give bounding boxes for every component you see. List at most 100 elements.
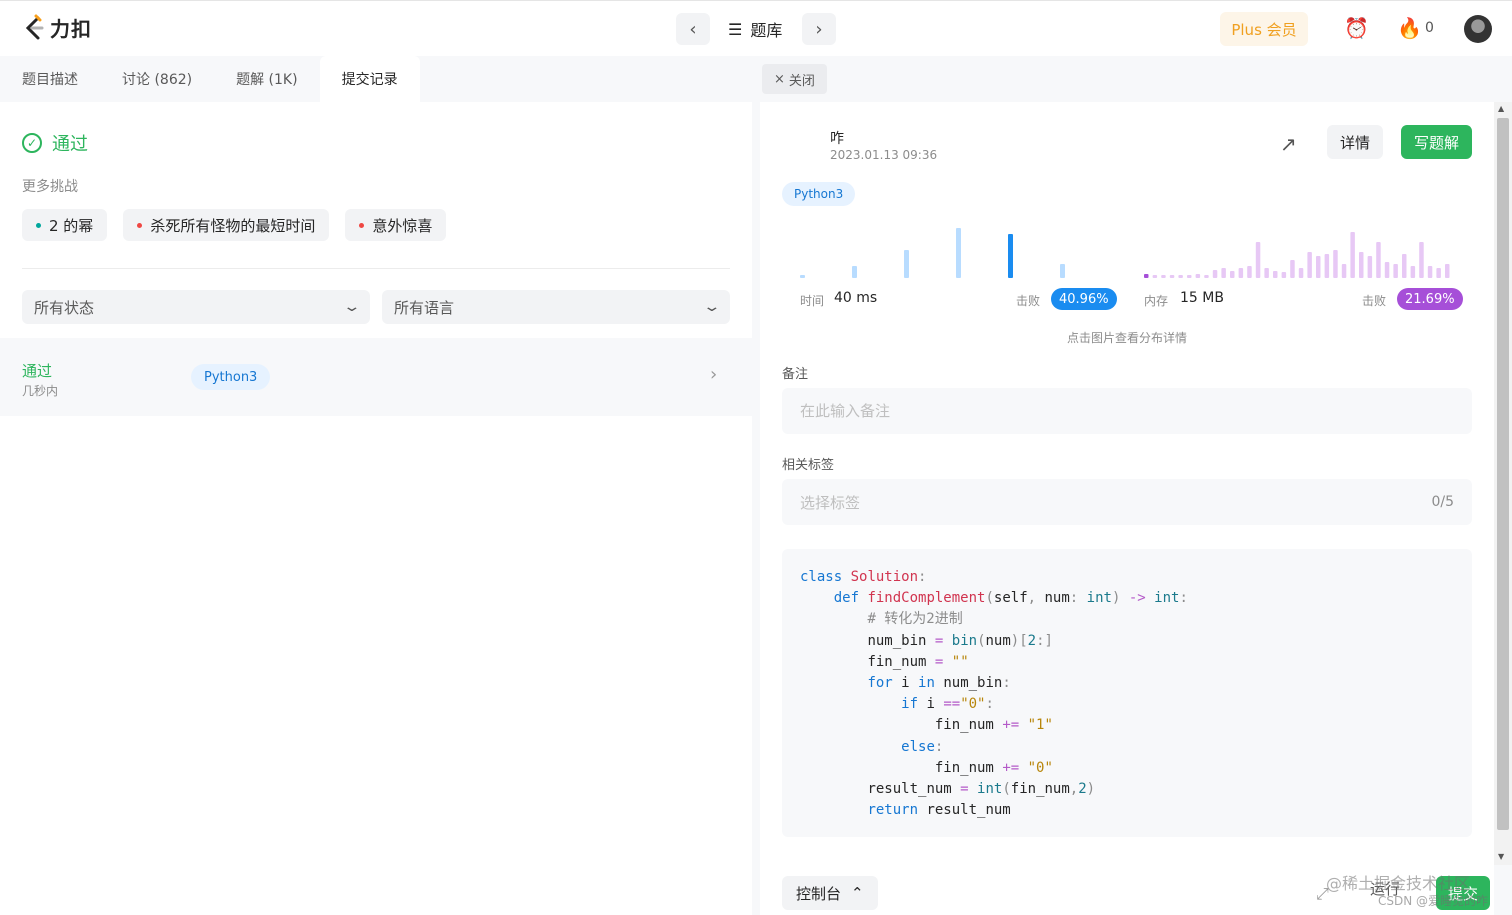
chart-bar (956, 228, 961, 278)
runtime-distribution-chart[interactable] (800, 224, 1100, 280)
accepted-status: ✓ 通过 (22, 130, 88, 156)
code-line: fin_num += "1" (934, 717, 1053, 734)
chart-bar (1008, 234, 1013, 278)
language-filter-value: 所有语言 (394, 298, 455, 317)
chart-bar (1341, 264, 1347, 278)
chart-bar (1298, 268, 1304, 278)
chart-bar (1178, 275, 1183, 278)
challenge-label: 2 的幂 (49, 216, 94, 235)
status-filter-select[interactable]: 所有状态 ⌄ (22, 290, 370, 324)
chart-bar (1333, 250, 1338, 278)
console-button[interactable]: 控制台 ⌃ (782, 876, 878, 910)
streak-count: 0 (1425, 20, 1434, 36)
notes-field[interactable] (782, 388, 1472, 434)
chart-bar (1436, 268, 1441, 278)
challenge-chip[interactable]: 2 的幂 (22, 209, 108, 241)
close-tab-button[interactable]: × 关闭 (762, 64, 827, 94)
challenge-chip[interactable]: 意外惊喜 (345, 209, 447, 241)
chart-bar (1367, 256, 1373, 278)
chart-bar (1152, 275, 1158, 278)
difficulty-dot (359, 222, 365, 228)
chart-bar (852, 266, 857, 278)
scrollbar[interactable]: ▲ ▼ (1494, 102, 1512, 865)
memory-distribution-chart[interactable] (1144, 224, 1456, 280)
chevron-down-icon: ⌄ (342, 299, 362, 315)
avatar[interactable] (1464, 15, 1492, 43)
runtime-beat-badge: 40.96% (1051, 288, 1117, 310)
code-line: # 转化为2进制 (867, 611, 963, 628)
challenge-chip[interactable]: 杀死所有怪物的最短时间 (123, 209, 330, 241)
difficulty-dot (36, 222, 41, 228)
tab-solutions[interactable]: 题解 (1K) (214, 56, 319, 102)
detail-button[interactable]: 详情 (1327, 125, 1383, 159)
logo[interactable]: 力扣 (22, 13, 92, 42)
chart-bar (1144, 274, 1149, 278)
watermark-csdn: CSDN @爱睡觉的咋 (1378, 894, 1489, 908)
chart-bar (1324, 254, 1330, 278)
code-block[interactable]: class Solution: def findComplement(self,… (782, 549, 1472, 837)
close-icon: × (774, 71, 785, 87)
share-icon[interactable]: ↗ (1280, 132, 1297, 156)
leetcode-logo-icon (25, 14, 44, 39)
tags-select[interactable]: 选择标签 0/5 (782, 479, 1472, 525)
tab-description[interactable]: 题目描述 (0, 56, 100, 102)
difficulty-dot (137, 222, 143, 228)
next-problem-button[interactable]: › (802, 13, 836, 45)
status-text: 通过 (52, 134, 88, 155)
notes-label: 备注 (782, 367, 809, 382)
status-filter-value: 所有状态 (34, 298, 95, 317)
chart-bar (1221, 268, 1226, 278)
tags-label: 相关标签 (782, 458, 835, 473)
chevron-right-icon: › (815, 18, 823, 40)
code-line: return result_num (867, 802, 1011, 819)
scroll-down-icon[interactable]: ▼ (1498, 852, 1504, 861)
runtime-beat-label: 击败 (1016, 294, 1041, 308)
notes-input[interactable] (800, 402, 1454, 420)
chart-bar (904, 250, 909, 278)
code-line: fin_num = "" (867, 653, 969, 670)
right-tab-bar: × 关闭 (760, 56, 1512, 102)
chart-bar (1427, 266, 1433, 278)
chart-bar (1161, 275, 1166, 278)
scroll-thumb[interactable] (1497, 118, 1509, 830)
submission-status: 通过 (22, 362, 53, 380)
fire-icon[interactable]: 🔥 (1397, 16, 1422, 40)
tab-submissions[interactable]: 提交记录 (319, 56, 420, 102)
code-line: num_bin = bin(num)[2:] (867, 632, 1053, 649)
chart-bar (1238, 268, 1244, 278)
chart-bar (800, 275, 805, 278)
chart-bar (1187, 275, 1192, 278)
alarm-clock-icon[interactable]: ⏰ (1344, 16, 1369, 40)
code-line: result_num = int(fin_num,2) (867, 781, 1096, 798)
tags-count: 0/5 (1431, 494, 1454, 510)
chart-bar (1212, 270, 1218, 278)
submission-row[interactable]: 通过 几秒内 Python3 › (0, 338, 752, 416)
chart-hint: 点击图片查看分布详情 (1066, 331, 1187, 345)
write-solution-button[interactable]: 写题解 (1401, 125, 1472, 159)
chart-bar (1307, 252, 1312, 278)
prev-problem-button[interactable]: ‹ (676, 13, 710, 45)
language-filter-select[interactable]: 所有语言 ⌄ (382, 290, 730, 324)
code-line: else: (901, 738, 944, 755)
code-line: class Solution: (800, 569, 927, 585)
scroll-up-icon[interactable]: ▲ (1498, 104, 1504, 113)
chart-bar (1445, 264, 1450, 278)
tab-discussion[interactable]: 讨论 (862) (100, 56, 214, 102)
chart-bar (1255, 242, 1261, 278)
more-challenges-label: 更多挑战 (22, 179, 78, 195)
memory-beat-badge: 21.69% (1397, 288, 1463, 310)
chart-bar (1281, 272, 1287, 278)
chart-bar (1359, 252, 1364, 278)
chevron-right-icon: › (710, 364, 718, 385)
submit-time: 2023.01.13 09:36 (830, 148, 938, 162)
code-line: fin_num += "0" (934, 759, 1053, 776)
problemset-button[interactable]: ☰ 题库 (728, 17, 782, 41)
chart-bar (1316, 256, 1321, 278)
chart-bar (1195, 274, 1201, 278)
plus-member-button[interactable]: Plus 会员 (1220, 12, 1308, 46)
chart-bar (1410, 266, 1416, 278)
chart-bar (1393, 264, 1398, 278)
language-tag: Python3 (782, 182, 856, 206)
list-icon: ☰ (728, 19, 743, 39)
chart-bar (1060, 264, 1065, 278)
